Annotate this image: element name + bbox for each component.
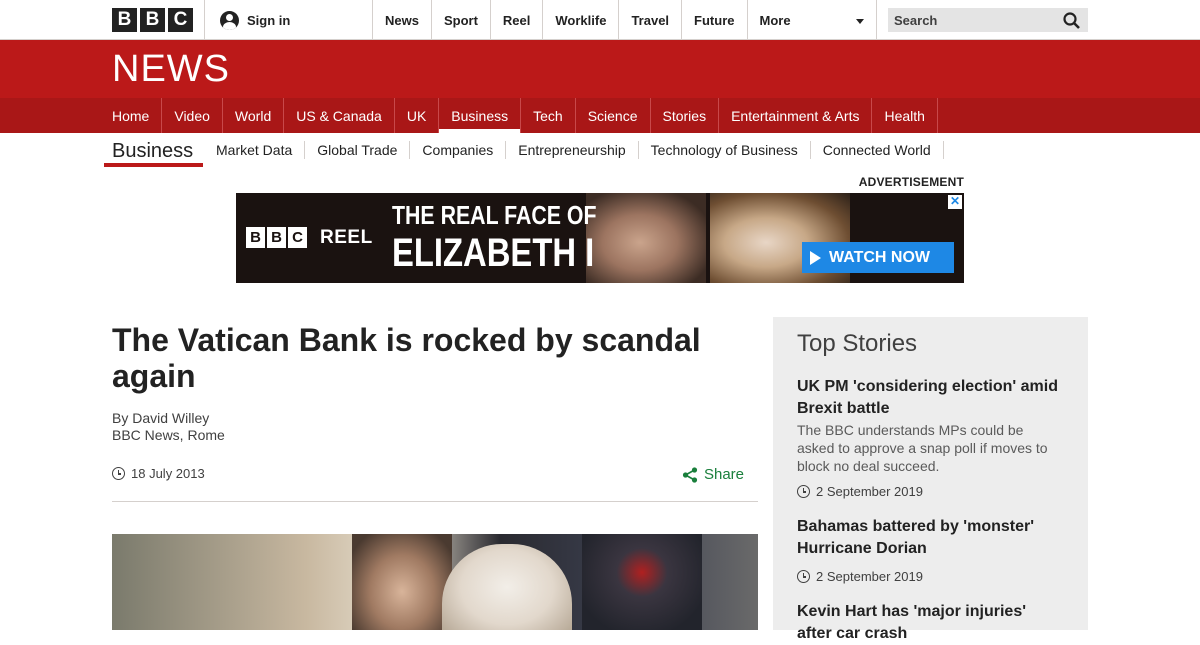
global-nav-reel[interactable]: Reel xyxy=(489,0,542,40)
main-nav-entertainment[interactable]: Entertainment & Arts xyxy=(719,98,873,133)
share-button[interactable]: Share xyxy=(682,466,744,483)
top-story-title[interactable]: Bahamas battered by 'monster' Hurricane … xyxy=(797,516,1064,560)
sign-in-button[interactable]: Sign in xyxy=(220,0,290,40)
top-stories-panel: Top Stories UK PM 'considering election'… xyxy=(773,317,1088,642)
global-nav-sport[interactable]: Sport xyxy=(430,0,490,40)
global-nav-news[interactable]: News xyxy=(372,0,431,40)
top-story[interactable]: UK PM 'considering election' amid Brexit… xyxy=(797,376,1064,499)
bbc-logo[interactable]: B B C xyxy=(112,8,193,32)
ad-logo-letter-b2: B xyxy=(267,227,286,248)
play-icon xyxy=(810,250,821,265)
news-masthead: NEWS xyxy=(0,40,1200,98)
ad-logo-letter-c: C xyxy=(288,227,307,248)
news-logo[interactable]: NEWS xyxy=(112,50,230,88)
global-nav-future[interactable]: Future xyxy=(681,0,746,40)
main-nav-science[interactable]: Science xyxy=(576,98,651,133)
photo-figure-center xyxy=(442,544,572,630)
main-nav-tech[interactable]: Tech xyxy=(521,98,576,133)
sign-in-label: Sign in xyxy=(247,12,291,28)
ad-bbc-logo: B B C xyxy=(246,227,307,248)
article-date: 18 July 2013 xyxy=(112,466,205,481)
main-nav: Home Video World US & Canada UK Business… xyxy=(0,98,1200,133)
main-nav-business[interactable]: Business xyxy=(439,98,522,133)
photo-figure-left xyxy=(352,534,452,630)
search-box[interactable]: Search xyxy=(888,8,1088,32)
more-menu-button[interactable]: More xyxy=(746,0,877,40)
section-nav-market-data[interactable]: Market Data xyxy=(204,141,306,159)
author: By David Willey xyxy=(112,410,210,426)
article-meta: 18 July 2013 Share xyxy=(112,466,758,502)
ad-headline-line1: THE REAL FACE OF xyxy=(392,200,597,230)
chevron-down-icon xyxy=(855,18,864,24)
global-nav: News Sport Reel Worklife Travel Future M… xyxy=(372,0,877,40)
ad-close-icon[interactable]: ✕ xyxy=(948,195,962,209)
ad-cta-label: WATCH NOW xyxy=(829,248,931,266)
main-nav-world[interactable]: World xyxy=(223,98,285,133)
article-headline: The Vatican Bank is rocked by scandal ag… xyxy=(112,322,701,394)
ad-headline-line2: ELIZABETH I xyxy=(392,231,595,275)
share-label: Share xyxy=(703,466,744,483)
photo-figure-right xyxy=(582,534,702,630)
user-icon xyxy=(220,10,239,30)
divider xyxy=(204,0,205,40)
section-nav-technology-of-business[interactable]: Technology of Business xyxy=(639,141,811,159)
main-nav-video[interactable]: Video xyxy=(162,98,223,133)
global-header: B B C Sign in News Sport Reel Worklife T… xyxy=(0,0,1200,40)
section-title[interactable]: Business xyxy=(112,140,193,163)
more-label: More xyxy=(759,12,791,28)
author-location: BBC News, Rome xyxy=(112,427,225,443)
ad-face-image xyxy=(586,193,706,283)
ad-watch-now-button[interactable]: WATCH NOW xyxy=(802,242,954,273)
main-nav-home[interactable]: Home xyxy=(112,98,163,133)
main-nav-uk[interactable]: UK xyxy=(395,98,440,133)
section-nav-entrepreneurship[interactable]: Entrepreneurship xyxy=(506,141,639,159)
global-nav-travel[interactable]: Travel xyxy=(618,0,681,40)
top-story-date-text: 2 September 2019 xyxy=(816,484,923,499)
top-story-summary: The BBC understands MPs could be asked t… xyxy=(797,422,1048,474)
main-nav-us-canada[interactable]: US & Canada xyxy=(284,98,395,133)
top-story-date-text: 2 September 2019 xyxy=(816,569,923,584)
section-title-underline xyxy=(104,163,203,167)
ad-banner[interactable]: B B C REEL THE REAL FACE OF ELIZABETH I … xyxy=(236,193,964,283)
article-photo xyxy=(112,534,758,630)
section-nav-connected-world[interactable]: Connected World xyxy=(811,141,944,159)
clock-icon xyxy=(797,570,810,583)
top-story-date: 2 September 2019 xyxy=(797,569,1064,584)
logo-letter-b1: B xyxy=(112,8,137,32)
main-nav-stories[interactable]: Stories xyxy=(651,98,720,133)
ad-logo-letter-b1: B xyxy=(246,227,265,248)
logo-letter-c: C xyxy=(168,8,193,32)
top-stories-title: Top Stories xyxy=(797,330,918,357)
search-icon[interactable] xyxy=(1063,11,1080,29)
clock-icon xyxy=(797,485,810,498)
top-story-title[interactable]: Kevin Hart has 'major injuries' after ca… xyxy=(797,601,1064,645)
top-story-date: 2 September 2019 xyxy=(797,484,1064,499)
section-nav: Business Market Data Global Trade Compan… xyxy=(0,133,1200,171)
top-story[interactable]: Kevin Hart has 'major injuries' after ca… xyxy=(797,601,1064,645)
ad-brand-word: REEL xyxy=(320,227,373,248)
clock-icon xyxy=(112,467,125,480)
section-nav-companies[interactable]: Companies xyxy=(410,141,507,159)
advertisement-label: ADVERTISEMENT xyxy=(858,175,964,189)
top-story-title[interactable]: UK PM 'considering election' amid Brexit… xyxy=(797,376,1064,420)
byline: By David Willey BBC News, Rome xyxy=(112,410,225,444)
global-nav-worklife[interactable]: Worklife xyxy=(542,0,618,40)
main-nav-health[interactable]: Health xyxy=(872,98,938,133)
share-icon xyxy=(682,466,698,483)
top-story[interactable]: Bahamas battered by 'monster' Hurricane … xyxy=(797,516,1064,584)
logo-letter-b2: B xyxy=(140,8,165,32)
section-nav-global-trade[interactable]: Global Trade xyxy=(305,141,411,159)
search-placeholder: Search xyxy=(894,12,938,28)
article-date-text: 18 July 2013 xyxy=(131,466,205,481)
